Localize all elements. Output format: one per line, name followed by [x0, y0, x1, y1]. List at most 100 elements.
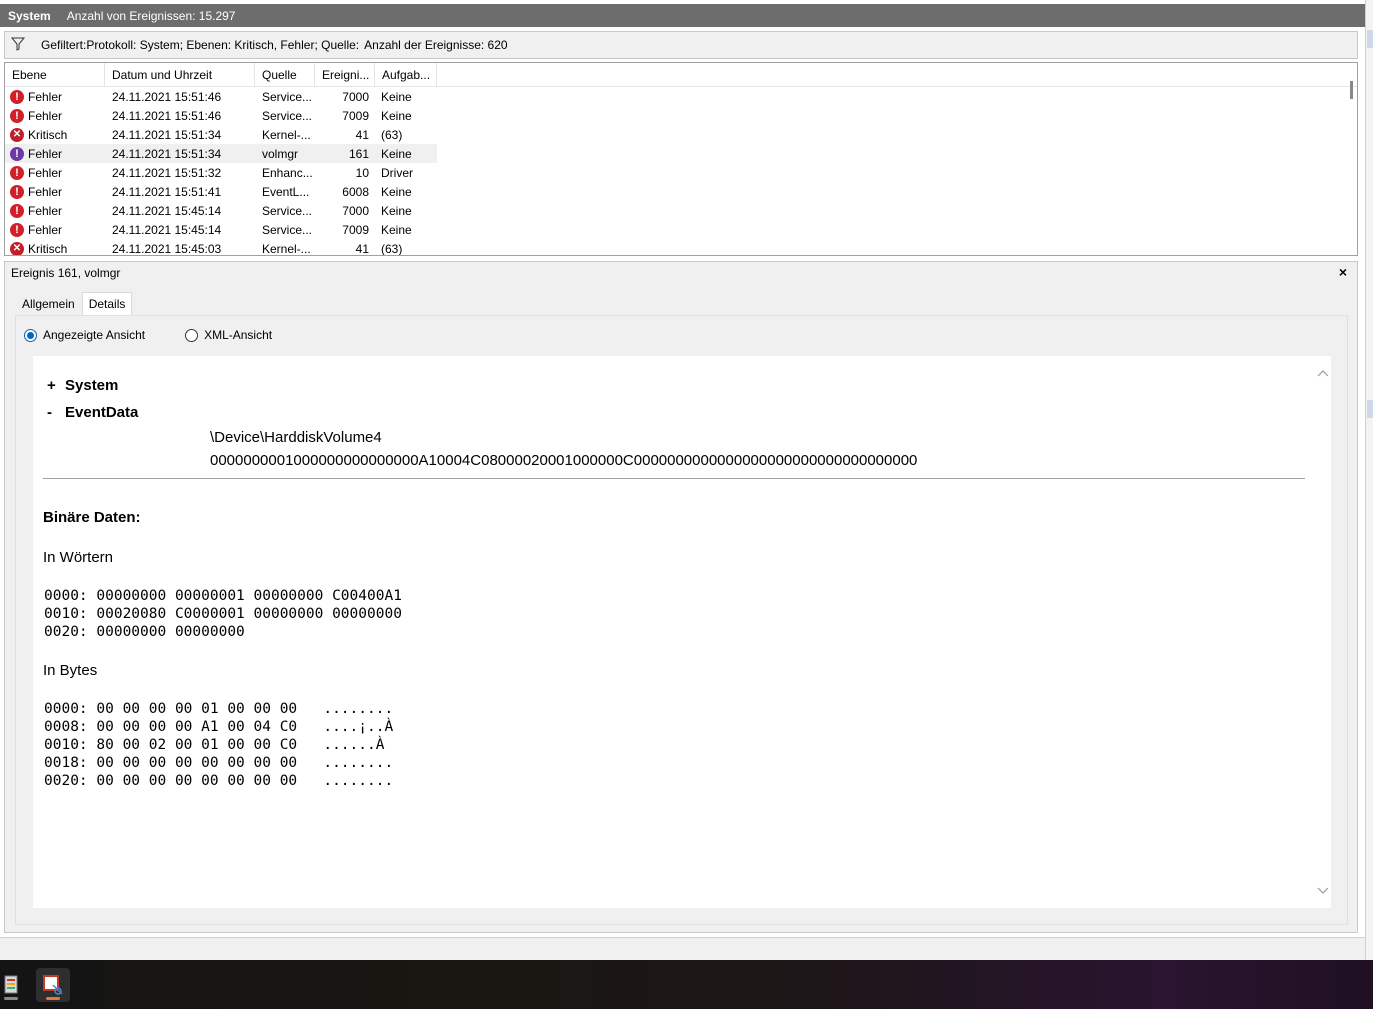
log-title-bar: System Anzahl von Ereignissen: 15.297: [0, 4, 1365, 27]
cell-datetime: 24.11.2021 15:51:34: [112, 146, 222, 161]
cell-datetime: 24.11.2021 15:51:32: [112, 165, 222, 180]
table-row[interactable]: ! Fehler 24.11.2021 15:51:41 EventL... 6008 K…: [5, 182, 1357, 201]
details-tab-body: Angezeigte Ansicht XML-Ansicht + System -…: [15, 315, 1348, 925]
cell-source: Kernel-...: [262, 241, 311, 256]
level-text: Fehler: [28, 165, 63, 180]
details-scrollbar[interactable]: [1315, 356, 1331, 908]
level-text: Fehler: [28, 89, 63, 104]
status-bar: [0, 937, 1365, 960]
filter-bar: Gefiltert:Protokoll: System; Ebenen: Kri…: [4, 31, 1358, 59]
table-row[interactable]: ! Fehler 24.11.2021 15:45:14 Service... 7000…: [5, 201, 1357, 220]
chevron-up-icon[interactable]: [1315, 366, 1331, 380]
column-header-task[interactable]: Aufgab...: [375, 63, 437, 86]
cell-task: Keine: [381, 108, 412, 123]
cell-source: Service...: [262, 89, 313, 104]
cell-event-id: 41: [355, 127, 369, 142]
cell-source: EventL...: [262, 184, 310, 199]
event-details-pane: Ereignis 161, volmgr × Allgemein Details…: [4, 261, 1358, 933]
column-header-datetime[interactable]: Datum und Uhrzeit: [105, 63, 255, 86]
error-icon: !: [10, 184, 24, 199]
cell-task: (63): [381, 241, 403, 256]
displayed-view-label[interactable]: Angezeigte Ansicht: [43, 328, 145, 342]
cell-level: ! Fehler: [5, 89, 105, 104]
expand-icon[interactable]: +: [47, 377, 65, 394]
event-list-scrollbar[interactable]: [1350, 81, 1353, 99]
cell-event-id: 6008: [342, 184, 369, 199]
in-words-heading: In Wörtern: [43, 549, 114, 566]
critical-icon: ✕: [10, 241, 24, 255]
chevron-down-icon[interactable]: [1315, 884, 1331, 898]
filter-icon[interactable]: [7, 37, 29, 54]
tab-details[interactable]: Details: [81, 292, 133, 316]
error-icon: !: [10, 222, 24, 237]
cell-event-id: 7009: [342, 108, 369, 123]
snipping-tool-icon[interactable]: [36, 968, 70, 1002]
active-indicator: [46, 997, 60, 1000]
cell-event-id: 161: [348, 146, 369, 161]
column-header-source[interactable]: Quelle: [255, 63, 315, 86]
table-row[interactable]: ! Fehler 24.11.2021 15:51:32 Enhanc... 10 Dri…: [5, 163, 1357, 182]
cell-source: Service...: [262, 222, 313, 237]
column-header-level[interactable]: Ebene: [5, 63, 105, 86]
table-row[interactable]: ✕ Kritisch 24.11.2021 15:45:03 Kernel-... 41…: [5, 239, 1357, 256]
edge-marker: [1367, 30, 1373, 48]
xml-view-radio[interactable]: [185, 328, 199, 342]
filter-description: Gefiltert:Protokoll: System; Ebenen: Kri…: [41, 38, 360, 52]
tab-general[interactable]: Allgemein: [15, 292, 82, 316]
table-row[interactable]: ! Fehler 24.11.2021 15:45:14 Service... 7009…: [5, 220, 1357, 239]
cell-source: Enhanc...: [262, 165, 313, 180]
cell-source: Service...: [262, 108, 313, 123]
running-indicator: [4, 997, 18, 1000]
table-row[interactable]: ! Fehler 24.11.2021 15:51:34 volmgr 161 Keine: [5, 144, 437, 163]
cell-task: (63): [381, 127, 403, 142]
in-bytes-heading: In Bytes: [43, 662, 98, 679]
tree-node-system-label: System: [65, 377, 119, 394]
bytes-line: 0010: 80 00 02 00 01 00 00 C0 ......À: [44, 737, 385, 753]
level-text: Fehler: [28, 222, 63, 237]
close-icon[interactable]: ×: [1339, 264, 1347, 280]
table-row[interactable]: ! Fehler 24.11.2021 15:51:46 Service... 7000…: [5, 87, 1357, 106]
cell-task: Keine: [381, 146, 412, 161]
right-panel-edge: [1365, 0, 1373, 960]
table-row[interactable]: ! Fehler 24.11.2021 15:51:46 Service... 7009…: [5, 106, 1357, 125]
cell-task: Driver: [381, 165, 413, 180]
cell-level: ! Fehler: [5, 108, 105, 123]
cell-source: Kernel-...: [262, 127, 311, 142]
tree-node-system[interactable]: + System: [47, 377, 118, 394]
level-text: Fehler: [28, 146, 63, 161]
cell-source: Service...: [262, 203, 313, 218]
words-line: 0020: 00000000 00000000: [44, 624, 245, 640]
cell-level: ! Fehler: [5, 203, 105, 218]
level-text: Kritisch: [28, 127, 68, 142]
event-list[interactable]: Ebene Datum und Uhrzeit Quelle Ereigni..…: [4, 62, 1358, 256]
eventdata-value-device: \Device\HarddiskVolume4: [210, 429, 382, 446]
edge-marker: [1367, 400, 1373, 418]
details-title: Ereignis 161, volmgr: [11, 266, 121, 280]
words-line: 0010: 00020080 C0000001 00000000 0000000…: [44, 606, 402, 622]
cell-task: Keine: [381, 222, 412, 237]
tree-node-eventdata[interactable]: - EventData: [47, 404, 138, 421]
eventdata-value-binary: 0000000001000000000000000A10004C08000020…: [210, 452, 918, 469]
event-viewer-icon[interactable]: [0, 968, 28, 1002]
cell-event-id: 7009: [342, 222, 369, 237]
cell-datetime: 24.11.2021 15:51:41: [112, 184, 222, 199]
view-mode-options: Angezeigte Ansicht XML-Ansicht: [24, 328, 272, 342]
cell-level: ✕ Kritisch: [5, 127, 105, 142]
level-text: Fehler: [28, 184, 63, 199]
filtered-event-count: Anzahl der Ereignisse: 620: [364, 38, 508, 52]
xml-view-label[interactable]: XML-Ansicht: [204, 328, 272, 342]
cell-task: Keine: [381, 184, 412, 199]
displayed-view-radio[interactable]: [24, 328, 37, 342]
column-header-event-id[interactable]: Ereigni...: [315, 63, 375, 86]
taskbar: [0, 960, 1373, 1009]
tree-node-eventdata-label: EventData: [65, 404, 139, 421]
cell-level: ! Fehler: [5, 146, 105, 161]
cell-level: ✕ Kritisch: [5, 241, 105, 255]
event-viewer-window: System Anzahl von Ereignissen: 15.297 Ge…: [0, 0, 1373, 1009]
log-name: System: [8, 8, 51, 23]
table-row[interactable]: ✕ Kritisch 24.11.2021 15:51:34 Kernel-... 41…: [5, 125, 1357, 144]
collapse-icon[interactable]: -: [47, 404, 65, 421]
level-text: Fehler: [28, 203, 63, 218]
error-icon: !: [10, 165, 24, 180]
critical-icon: ✕: [10, 127, 24, 142]
